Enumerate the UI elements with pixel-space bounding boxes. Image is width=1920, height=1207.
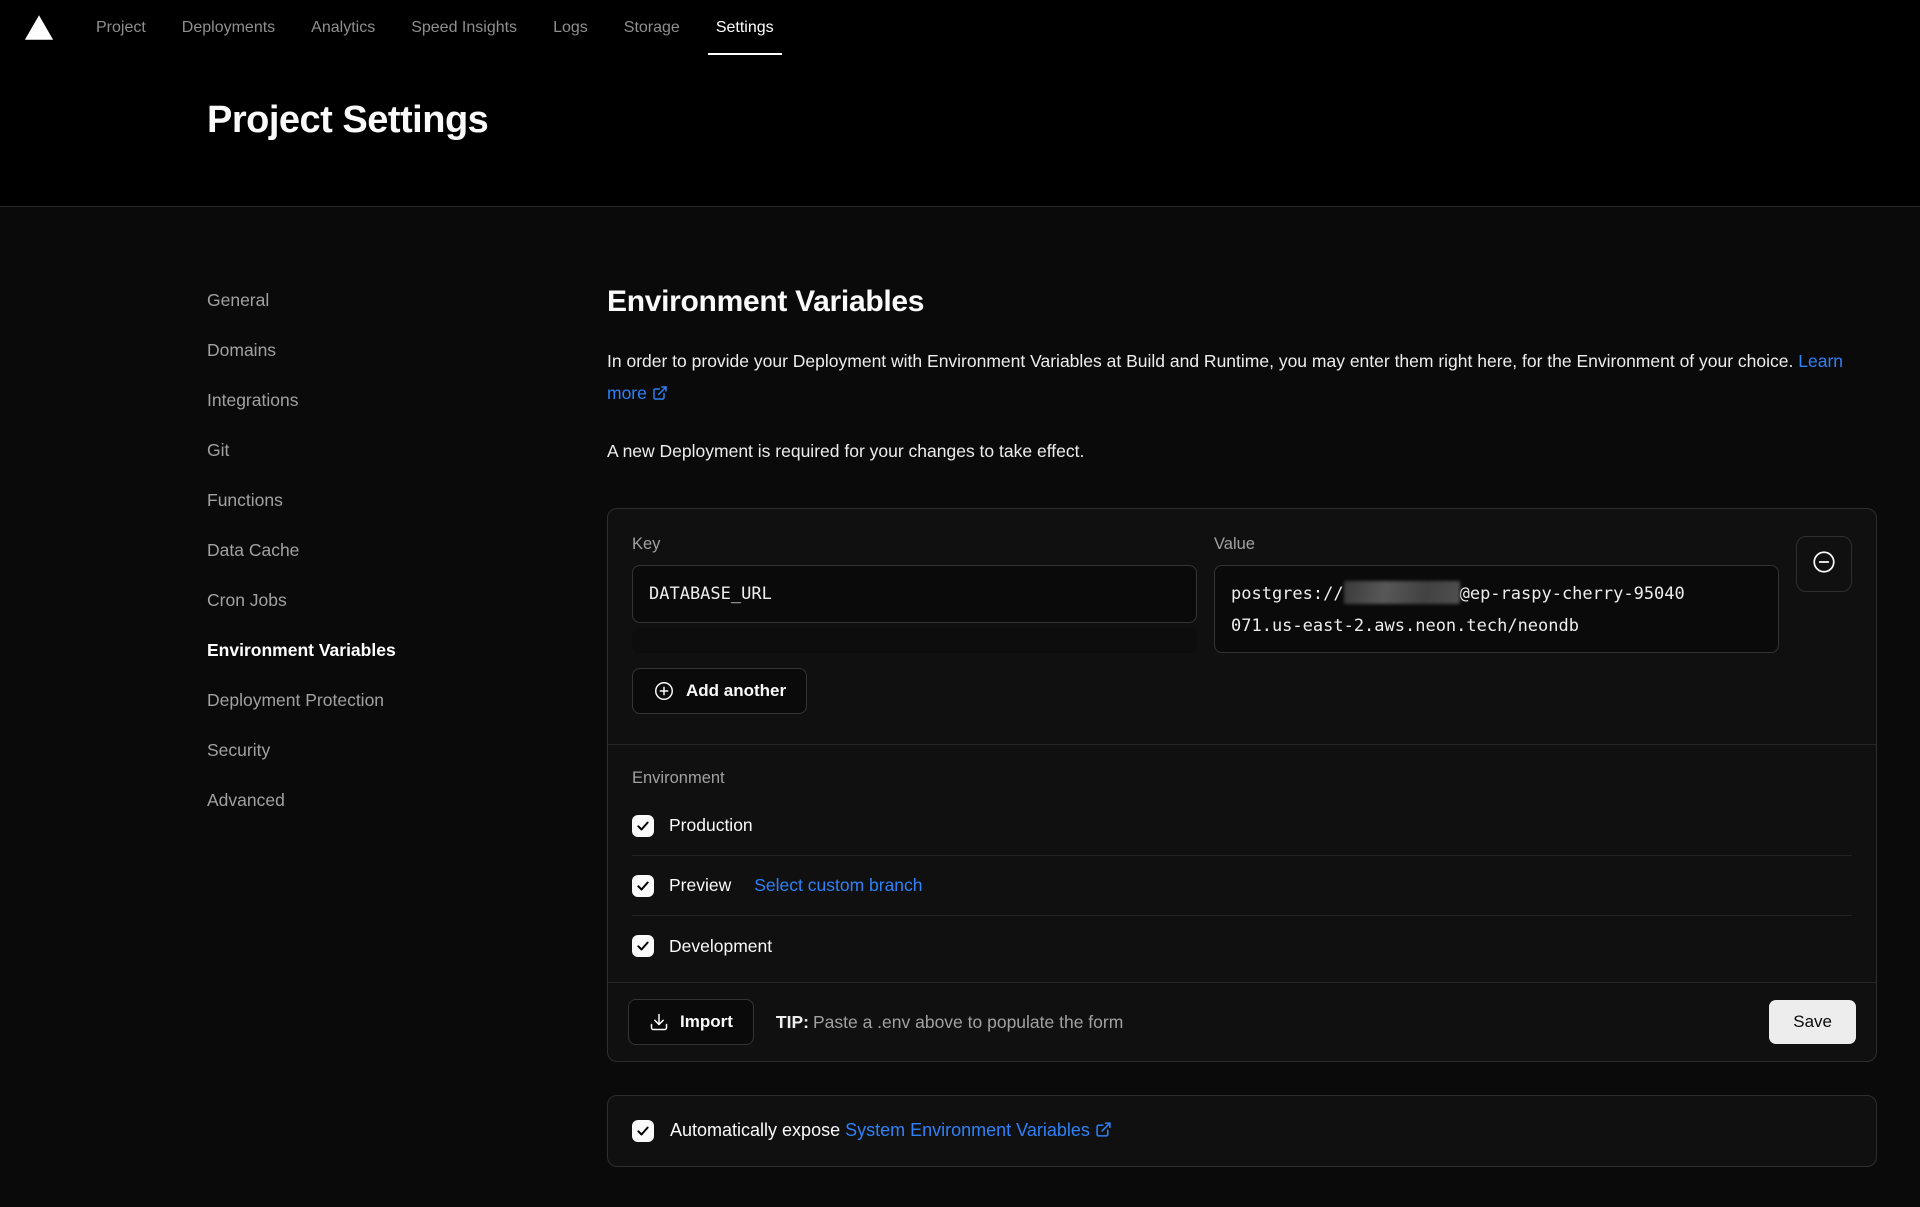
external-link-icon	[652, 379, 668, 411]
sidebar-item-environment-variables[interactable]: Environment Variables	[207, 639, 396, 661]
main-column: Environment Variables In order to provid…	[607, 289, 1877, 1167]
value-prefix: postgres://	[1231, 584, 1344, 604]
add-another-button[interactable]: Add another	[632, 668, 807, 714]
content: General Domains Integrations Git Functio…	[0, 207, 1920, 1167]
environment-row-development: Development	[632, 916, 1852, 976]
check-icon	[636, 1124, 650, 1138]
sidebar-item-data-cache[interactable]: Data Cache	[207, 539, 299, 561]
nav-tab-logs[interactable]: Logs	[541, 0, 600, 55]
key-value-section: Key Value postgres:// @ep-raspy-cherry-95…	[608, 509, 1876, 744]
key-column: Key	[632, 535, 1197, 653]
production-label: Production	[669, 815, 753, 836]
expose-checkbox[interactable]	[632, 1120, 654, 1142]
expose-text: Automatically expose	[670, 1120, 840, 1140]
import-button[interactable]: Import	[628, 999, 754, 1045]
value-label: Value	[1214, 535, 1779, 554]
nav-tab-analytics[interactable]: Analytics	[299, 0, 387, 55]
value-line-1: postgres:// @ep-raspy-cherry-95040	[1231, 578, 1762, 610]
value-column: Value postgres:// @ep-raspy-cherry-95040 …	[1214, 535, 1779, 653]
environment-section: Environment Production Preview Select cu…	[608, 744, 1876, 982]
save-button[interactable]: Save	[1769, 1000, 1856, 1044]
preview-label: Preview	[669, 875, 731, 896]
sidebar-item-functions[interactable]: Functions	[207, 489, 283, 511]
nav-tabs: Project Deployments Analytics Speed Insi…	[84, 0, 798, 55]
settings-sidebar: General Domains Integrations Git Functio…	[207, 289, 607, 1167]
system-env-variables-link[interactable]: System Environment Variables	[845, 1120, 1112, 1140]
description-text: In order to provide your Deployment with…	[607, 351, 1793, 371]
sidebar-item-general[interactable]: General	[207, 289, 269, 311]
tip-body: Paste a .env above to populate the form	[813, 1012, 1123, 1032]
deployment-note: A new Deployment is required for your ch…	[607, 441, 1877, 462]
development-label: Development	[669, 936, 772, 957]
sidebar-item-git[interactable]: Git	[207, 439, 229, 461]
environment-row-preview: Preview Select custom branch	[632, 856, 1852, 916]
nav-tab-settings[interactable]: Settings	[704, 0, 786, 55]
nav-tab-storage[interactable]: Storage	[612, 0, 692, 55]
tip-bold: TIP:	[776, 1012, 809, 1032]
sidebar-item-cron-jobs[interactable]: Cron Jobs	[207, 589, 287, 611]
page-header: Project Settings	[0, 55, 1920, 207]
sidebar-item-domains[interactable]: Domains	[207, 339, 276, 361]
preview-checkbox[interactable]	[632, 875, 654, 897]
value-textarea[interactable]: postgres:// @ep-raspy-cherry-95040 071.us…	[1214, 565, 1779, 653]
check-icon	[636, 819, 650, 833]
key-input[interactable]	[632, 565, 1197, 623]
plus-circle-icon	[653, 680, 675, 702]
key-input-extension	[632, 628, 1197, 653]
tip-text: TIP:Paste a .env above to populate the f…	[776, 1012, 1123, 1033]
download-icon	[649, 1012, 669, 1032]
environment-row-production: Production	[632, 796, 1852, 856]
production-checkbox[interactable]	[632, 815, 654, 837]
environment-label: Environment	[632, 769, 1852, 788]
top-nav: Project Deployments Analytics Speed Insi…	[0, 0, 1920, 55]
page-title: Project Settings	[207, 99, 1920, 142]
check-icon	[636, 879, 650, 893]
import-label: Import	[680, 1012, 733, 1032]
minus-circle-icon	[1811, 549, 1837, 580]
sidebar-item-advanced[interactable]: Advanced	[207, 789, 285, 811]
key-label: Key	[632, 535, 1197, 554]
expose-line: Automatically expose System Environment …	[670, 1120, 1112, 1143]
add-another-label: Add another	[686, 681, 786, 701]
sidebar-item-security[interactable]: Security	[207, 739, 270, 761]
value-line1-suffix: @ep-raspy-cherry-95040	[1460, 584, 1685, 604]
section-title: Environment Variables	[607, 285, 1877, 319]
sidebar-item-deployment-protection[interactable]: Deployment Protection	[207, 689, 384, 711]
expose-card: Automatically expose System Environment …	[607, 1095, 1877, 1167]
nav-tab-speed-insights[interactable]: Speed Insights	[399, 0, 529, 55]
env-form-card: Key Value postgres:// @ep-raspy-cherry-95…	[607, 508, 1877, 1062]
nav-tab-project[interactable]: Project	[84, 0, 158, 55]
remove-row-button[interactable]	[1796, 536, 1852, 592]
development-checkbox[interactable]	[632, 935, 654, 957]
sidebar-item-integrations[interactable]: Integrations	[207, 389, 298, 411]
value-line-2: 071.us-east-2.aws.neon.tech/neondb	[1231, 610, 1762, 642]
vercel-logo[interactable]	[24, 0, 54, 55]
vercel-logo-icon	[24, 14, 54, 41]
select-custom-branch-link[interactable]: Select custom branch	[754, 875, 922, 896]
form-footer: Import TIP:Paste a .env above to populat…	[608, 982, 1876, 1061]
redacted-secret	[1344, 581, 1460, 604]
section-description: In order to provide your Deployment with…	[607, 345, 1877, 411]
check-icon	[636, 939, 650, 953]
system-env-variables-label: System Environment Variables	[845, 1120, 1090, 1140]
nav-tab-deployments[interactable]: Deployments	[170, 0, 287, 55]
external-link-icon	[1095, 1121, 1112, 1143]
